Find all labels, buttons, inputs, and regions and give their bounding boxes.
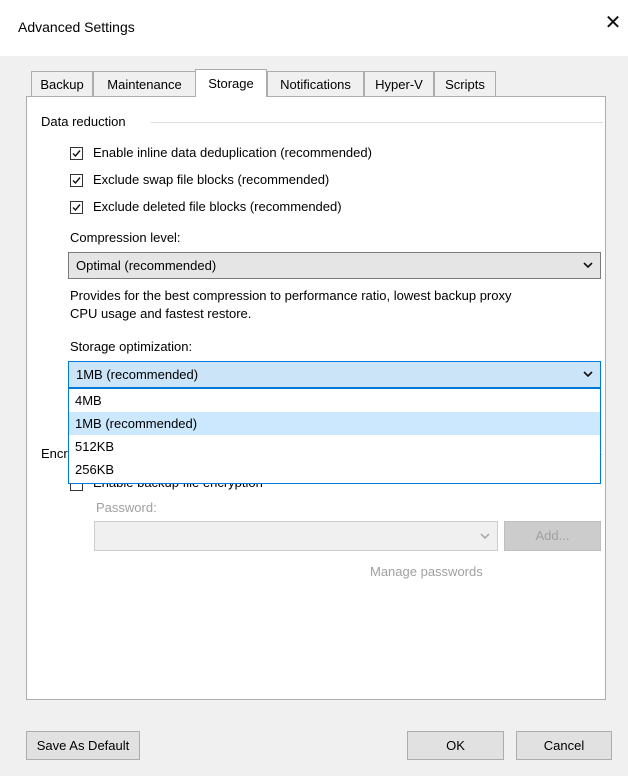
close-icon[interactable]: ✕: [598, 8, 628, 38]
chevron-down-icon: [582, 253, 594, 286]
option-256kb[interactable]: 256KB: [69, 458, 600, 481]
password-dropdown[interactable]: [94, 521, 498, 551]
cancel-button[interactable]: Cancel: [516, 731, 612, 760]
manage-passwords-link[interactable]: Manage passwords: [370, 564, 483, 579]
compression-label: Compression level:: [70, 230, 181, 245]
tab-notifications[interactable]: Notifications: [267, 71, 364, 96]
storage-optimization-label: Storage optimization:: [70, 339, 193, 354]
window-title: Advanced Settings: [18, 19, 135, 35]
tab-hyper-v[interactable]: Hyper-V: [364, 71, 434, 96]
tab-storage[interactable]: Storage: [195, 69, 267, 97]
compression-desc-line-2: CPU usage and fastest restore.: [70, 306, 252, 321]
advanced-settings-dialog: Advanced Settings ✕ Backup Maintenance S…: [0, 0, 628, 776]
deleted-blocks-checkbox[interactable]: [70, 201, 83, 214]
option-1mb-recommended[interactable]: 1MB (recommended): [69, 412, 600, 435]
option-4mb[interactable]: 4MB: [69, 389, 600, 412]
section-divider: [151, 122, 603, 123]
swap-label: Exclude swap file blocks (recommended): [93, 172, 330, 187]
storage-tab-panel: Data reduction Enable inline data dedupl…: [26, 96, 606, 700]
title-bar: Advanced Settings ✕: [0, 0, 628, 56]
option-512kb[interactable]: 512KB: [69, 435, 600, 458]
compression-description: Provides for the best compression to per…: [70, 287, 512, 323]
chevron-down-icon: [479, 522, 491, 558]
dedup-checkbox[interactable]: [70, 147, 83, 160]
storage-optimization-list: 4MB 1MB (recommended) 512KB 256KB: [68, 388, 601, 484]
compression-desc-line-1: Provides for the best compression to per…: [70, 288, 512, 303]
password-label: Password:: [96, 500, 157, 515]
tab-backup[interactable]: Backup: [31, 71, 93, 96]
swap-checkbox[interactable]: [70, 174, 83, 187]
data-reduction-title: Data reduction: [41, 114, 126, 129]
compression-value: Optimal (recommended): [76, 258, 217, 273]
save-as-default-button[interactable]: Save As Default: [26, 731, 140, 760]
tab-maintenance[interactable]: Maintenance: [93, 71, 196, 96]
tab-scripts[interactable]: Scripts: [434, 71, 496, 96]
dedup-label: Enable inline data deduplication (recomm…: [93, 145, 372, 160]
compression-dropdown[interactable]: Optimal (recommended): [68, 252, 601, 279]
storage-optimization-value: 1MB (recommended): [76, 367, 199, 382]
deleted-blocks-label: Exclude deleted file blocks (recommended…: [93, 199, 342, 214]
ok-button[interactable]: OK: [407, 731, 504, 760]
add-password-button[interactable]: Add...: [504, 521, 601, 551]
storage-optimization-dropdown[interactable]: 1MB (recommended): [68, 361, 601, 388]
